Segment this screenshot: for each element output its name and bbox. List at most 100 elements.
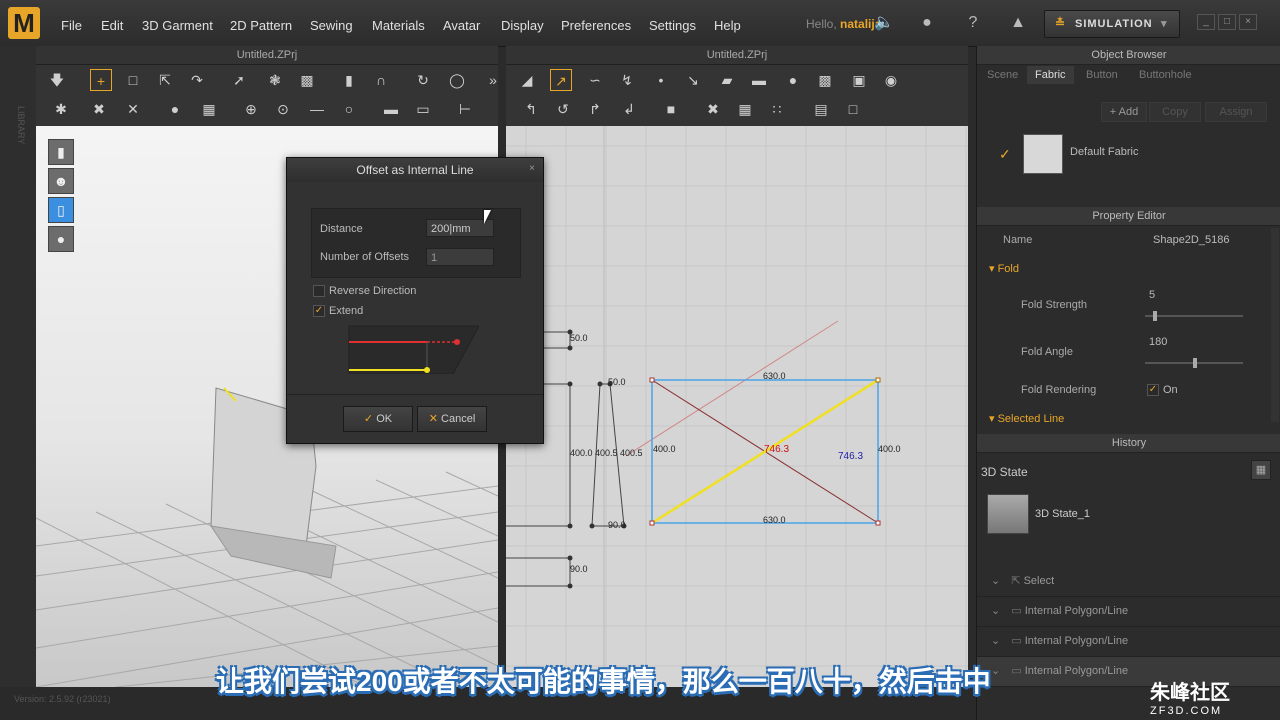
select-all-icon[interactable]: □ bbox=[842, 98, 864, 120]
menu-settings[interactable]: Settings bbox=[649, 18, 696, 33]
fold-strength-value[interactable]: 5 bbox=[1149, 289, 1155, 301]
user-icon[interactable]: ● bbox=[916, 12, 938, 34]
show-pattern-icon[interactable]: ▯ bbox=[48, 197, 74, 223]
move-down-icon[interactable]: 🡇 bbox=[46, 69, 68, 91]
more-icon[interactable]: » bbox=[482, 69, 504, 91]
state-item[interactable]: 3D State_1 bbox=[1035, 508, 1090, 520]
add-fabric-button[interactable]: + Add bbox=[1101, 102, 1147, 122]
shirt-icon[interactable]: ▮ bbox=[338, 69, 360, 91]
curve-point-icon[interactable]: ↯ bbox=[616, 69, 638, 91]
menu-materials[interactable]: Materials bbox=[372, 18, 425, 33]
internal-polygon-icon[interactable]: ▩ bbox=[814, 69, 836, 91]
save-state-icon[interactable]: ▦ bbox=[1251, 460, 1271, 480]
free-sewing-icon[interactable]: ↲ bbox=[618, 98, 640, 120]
button-hole-icon[interactable]: ○ bbox=[338, 98, 360, 120]
layer-icon[interactable]: ▬ bbox=[380, 98, 402, 120]
dialog-close-icon[interactable]: × bbox=[529, 164, 539, 174]
fold-icon[interactable]: ↷ bbox=[186, 69, 208, 91]
transform-icon[interactable]: ⇱ bbox=[154, 69, 176, 91]
stretch-icon[interactable]: ❃ bbox=[264, 69, 286, 91]
selected-line-section[interactable]: ▾ Selected Line bbox=[989, 412, 1064, 425]
state-thumbnail[interactable] bbox=[987, 494, 1029, 534]
assign-fabric-button[interactable]: Assign bbox=[1205, 102, 1267, 122]
extend-checkbox[interactable]: ✓ bbox=[313, 305, 325, 317]
show-garment-icon[interactable]: ▮ bbox=[48, 139, 74, 165]
curve-icon[interactable]: ∽ bbox=[584, 69, 606, 91]
sewing-icon[interactable]: ⊢ bbox=[454, 98, 476, 120]
speaker-icon[interactable]: 🔈 bbox=[873, 12, 895, 34]
polygon-icon[interactable]: ▰ bbox=[716, 69, 738, 91]
name-value[interactable]: Shape2D_5186 bbox=[1153, 234, 1229, 246]
internal-rectangle-icon[interactable]: ▣ bbox=[848, 69, 870, 91]
trace-icon[interactable]: ↺ bbox=[552, 98, 574, 120]
simulation-button[interactable]: ≛ SIMULATION ▾ bbox=[1044, 10, 1180, 38]
add-point-2d-icon[interactable]: • bbox=[650, 69, 672, 91]
fold-angle-value[interactable]: 180 bbox=[1149, 336, 1167, 348]
fold-section[interactable]: ▾ Fold bbox=[989, 262, 1019, 275]
history-row-current[interactable]: ⌄ ▭ Internal Polygon/Line bbox=[977, 657, 1280, 687]
loop-icon[interactable]: ◯ bbox=[446, 69, 468, 91]
menu-avatar[interactable]: Avatar bbox=[443, 18, 480, 33]
dot-icon[interactable]: ⊙ bbox=[272, 98, 294, 120]
tab-scene[interactable]: Scene bbox=[987, 66, 1018, 84]
show-avatar-icon[interactable]: ☻ bbox=[48, 168, 74, 194]
history-row[interactable]: ⌄ ▭ Internal Polygon/Line bbox=[977, 627, 1280, 657]
app-logo[interactable]: M bbox=[8, 7, 40, 39]
split-icon[interactable]: ↘ bbox=[682, 69, 704, 91]
measure-icon[interactable]: ✕ bbox=[122, 98, 144, 120]
fold-strength-handle[interactable] bbox=[1153, 311, 1157, 321]
chevron-down-icon[interactable]: ▾ bbox=[1161, 17, 1168, 30]
show-body-icon[interactable]: ● bbox=[48, 226, 74, 252]
ok-button[interactable]: ✓ OK bbox=[343, 406, 413, 432]
menu-preferences[interactable]: Preferences bbox=[561, 18, 631, 33]
edit-point-icon[interactable]: ↗ bbox=[550, 69, 572, 91]
zipper-icon[interactable]: — bbox=[306, 98, 328, 120]
pattern-piece-d[interactable] bbox=[506, 557, 571, 587]
tack-icon[interactable]: ✖ bbox=[88, 98, 110, 120]
offsets-input[interactable]: 1 bbox=[426, 248, 494, 266]
edit-texture-icon[interactable]: ■ bbox=[660, 98, 682, 120]
add-point-icon[interactable]: ⊕ bbox=[240, 98, 262, 120]
menu-3d-garment[interactable]: 3D Garment bbox=[142, 18, 213, 33]
texture-2d-icon[interactable]: ▦ bbox=[734, 98, 756, 120]
close-icon[interactable]: × bbox=[1239, 14, 1257, 30]
tab-button[interactable]: Button bbox=[1086, 66, 1118, 84]
texture-icon[interactable]: ▦ bbox=[198, 98, 220, 120]
sewing-2d-icon[interactable]: ↱ bbox=[584, 98, 606, 120]
edit-pattern-icon[interactable]: ◢ bbox=[516, 69, 538, 91]
restore-icon[interactable]: □ bbox=[1218, 14, 1236, 30]
pin-2d-icon[interactable]: ✖ bbox=[702, 98, 724, 120]
garment-icon[interactable]: ▩ bbox=[296, 69, 318, 91]
button-tool-icon[interactable]: ● bbox=[164, 98, 186, 120]
circle-icon[interactable]: ● bbox=[782, 69, 804, 91]
minimize-icon[interactable]: _ bbox=[1197, 14, 1215, 30]
tab-fabric[interactable]: Fabric bbox=[1027, 66, 1074, 84]
flat-icon[interactable]: ▭ bbox=[412, 98, 434, 120]
fold-rendering-checkbox[interactable]: ✓ bbox=[1147, 384, 1159, 396]
grade-icon[interactable]: ∷ bbox=[766, 98, 788, 120]
menu-edit[interactable]: Edit bbox=[101, 18, 123, 33]
viewport-2d[interactable]: 50.0 50.0 400.0 400.5 400.5 90.0 90.0 63… bbox=[506, 126, 968, 687]
copy-fabric-button[interactable]: Copy bbox=[1149, 102, 1201, 122]
fold-angle-handle[interactable] bbox=[1193, 358, 1197, 368]
select-area-icon[interactable]: ▤ bbox=[810, 98, 832, 120]
pin-icon[interactable]: ➚ bbox=[228, 69, 250, 91]
select-move-icon[interactable]: + bbox=[90, 69, 112, 91]
cancel-button[interactable]: ✕ Cancel bbox=[417, 406, 487, 432]
tab-buttonhole[interactable]: Buttonhole bbox=[1139, 66, 1192, 84]
help-icon[interactable]: ? bbox=[962, 12, 984, 34]
rectangle-icon[interactable]: ▬ bbox=[748, 69, 770, 91]
internal-circle-icon[interactable]: ◉ bbox=[880, 69, 902, 91]
avatar-settings-icon[interactable]: ▲ bbox=[1007, 12, 1029, 34]
fabric-name[interactable]: Default Fabric bbox=[1070, 146, 1138, 158]
library-strip[interactable]: LIBRARY bbox=[0, 46, 36, 720]
select-box-icon[interactable]: □ bbox=[122, 69, 144, 91]
menu-file[interactable]: File bbox=[61, 18, 82, 33]
menu-help[interactable]: Help bbox=[714, 18, 741, 33]
avatar-pose-icon[interactable]: ✱ bbox=[50, 98, 72, 120]
fold-strength-slider[interactable] bbox=[1145, 315, 1243, 317]
menu-2d-pattern[interactable]: 2D Pattern bbox=[230, 18, 292, 33]
reverse-direction-checkbox[interactable] bbox=[313, 285, 325, 297]
menu-sewing[interactable]: Sewing bbox=[310, 18, 353, 33]
dart-icon[interactable]: ↰ bbox=[520, 98, 542, 120]
